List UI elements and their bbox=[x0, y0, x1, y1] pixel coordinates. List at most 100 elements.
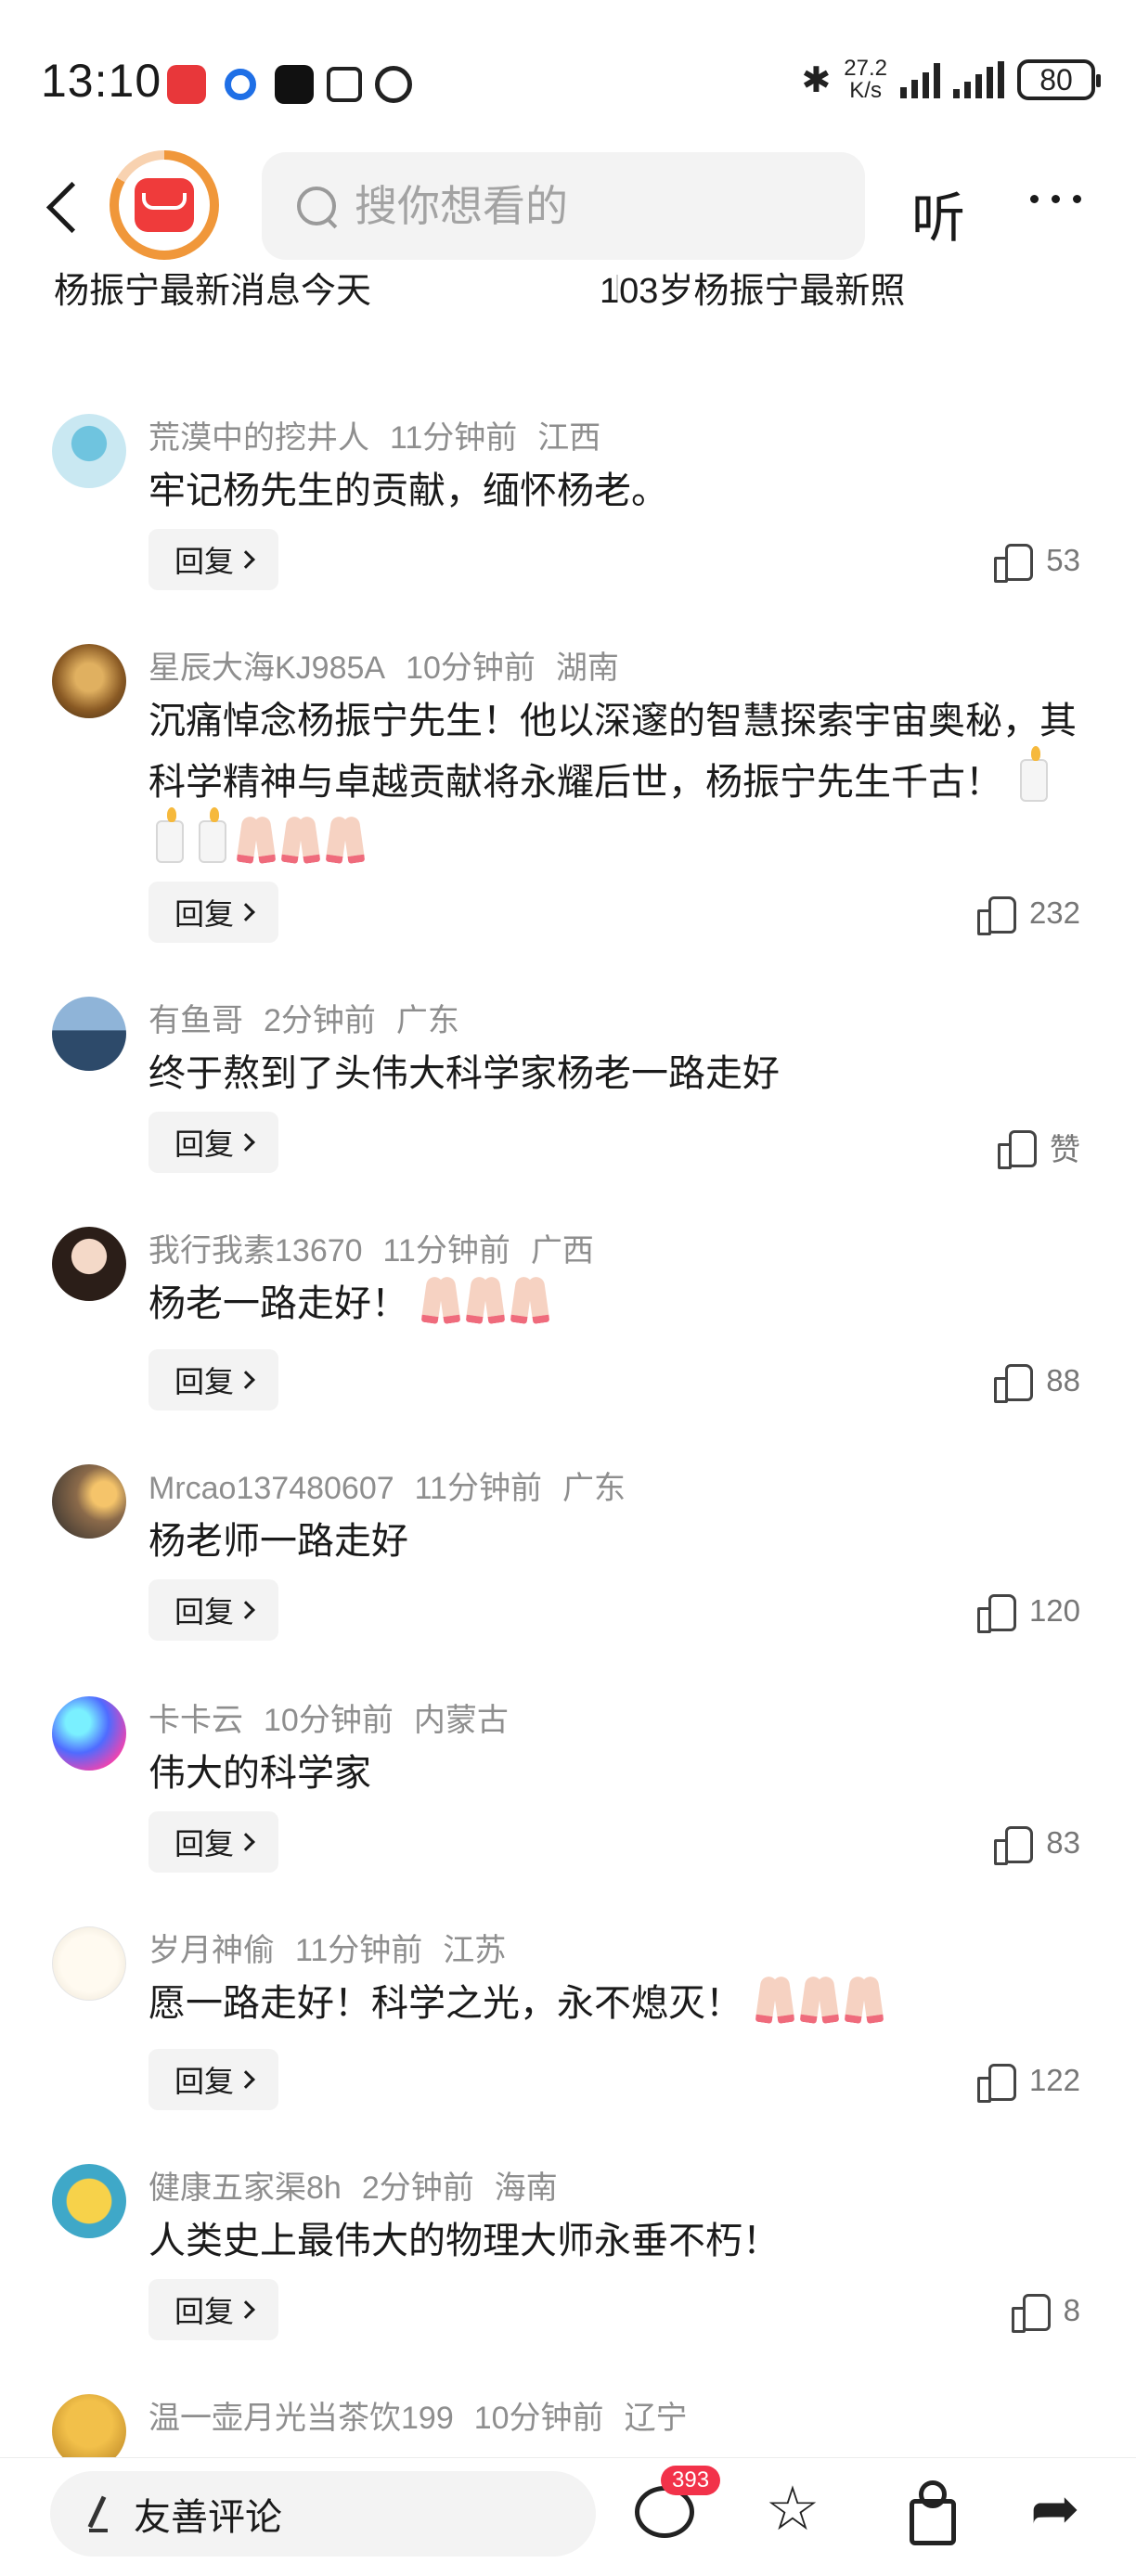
comment-time: 2分钟前 bbox=[264, 1003, 376, 1038]
like-button[interactable]: 53 bbox=[994, 542, 1080, 583]
thumb-up-icon bbox=[994, 1824, 1034, 1865]
related-search-item[interactable]: 103岁杨振宁最新照 bbox=[600, 262, 905, 313]
reply-label: 回复 bbox=[174, 1127, 234, 1161]
comment-username[interactable]: 星辰大海KJ985A bbox=[148, 650, 385, 686]
praying-hands-emoji-icon bbox=[755, 1980, 795, 2023]
reply-button[interactable]: 回复 bbox=[148, 1811, 278, 1873]
comment-text-body: 愿一路走好！科学之光，永不熄灭！ bbox=[148, 1983, 742, 2024]
reply-label: 回复 bbox=[174, 2295, 234, 2328]
thumb-up-icon bbox=[998, 1128, 1037, 1169]
reply-button[interactable]: 回复 bbox=[148, 882, 278, 943]
praying-hands-emoji-icon bbox=[799, 1980, 840, 2023]
avatar[interactable] bbox=[52, 1464, 126, 1539]
candle-emoji-icon bbox=[1020, 746, 1049, 802]
nfc-icon bbox=[327, 67, 362, 102]
like-count: 53 bbox=[1046, 543, 1080, 577]
comment-location: 辽宁 bbox=[624, 2401, 688, 2436]
comment-location: 湖南 bbox=[555, 650, 619, 686]
thumb-up-icon bbox=[994, 1362, 1034, 1403]
avatar[interactable] bbox=[52, 414, 126, 488]
chevron-right-icon bbox=[237, 903, 255, 921]
search-icon bbox=[295, 185, 338, 227]
comment-meta: 荒漠中的挖井人 11分钟前 江西 bbox=[148, 412, 621, 457]
avatar[interactable] bbox=[52, 2164, 126, 2238]
alarm-icon bbox=[375, 66, 412, 103]
comment-time: 11分钟前 bbox=[382, 1233, 510, 1269]
search-box[interactable] bbox=[262, 152, 865, 260]
comment-meta: Mrcao137480607 11分钟前 广东 bbox=[148, 1462, 646, 1508]
avatar[interactable] bbox=[52, 1696, 126, 1771]
candle-emoji-icon bbox=[156, 807, 184, 863]
comment-text: 人类史上最伟大的物理大师永垂不朽！ bbox=[148, 2221, 780, 2261]
like-button[interactable]: 88 bbox=[994, 1362, 1080, 1403]
reply-button[interactable]: 回复 bbox=[148, 529, 278, 590]
comment-username[interactable]: 岁月神偷 bbox=[148, 1933, 275, 1968]
listen-button[interactable]: 听 bbox=[911, 174, 965, 252]
comment-input-placeholder: 友善评论 bbox=[134, 2497, 282, 2538]
status-indicators: ✱ 27.2 K/s 80 bbox=[801, 56, 1101, 102]
comment-time: 11分钟前 bbox=[414, 1471, 542, 1506]
comment-count-badge: 393 bbox=[661, 2466, 721, 2495]
comment-meta: 温一壶月光当茶饮199 10分钟前 辽宁 bbox=[148, 2392, 708, 2438]
comment-text-body: 杨老一路走好！ bbox=[148, 1283, 408, 1324]
comment-input[interactable]: 友善评论 bbox=[50, 2471, 596, 2557]
back-button[interactable] bbox=[41, 176, 87, 241]
praying-hands-emoji-icon bbox=[844, 1980, 884, 2023]
avatar[interactable] bbox=[52, 1926, 126, 2001]
pen-icon bbox=[84, 2495, 111, 2532]
tiktok-icon bbox=[275, 65, 314, 104]
comment-username[interactable]: 荒漠中的挖井人 bbox=[148, 420, 369, 456]
comment-meta: 岁月神偷 11分钟前 江苏 bbox=[148, 1925, 526, 1970]
thumb-up-icon bbox=[976, 2062, 1016, 2103]
like-button[interactable]: 赞 bbox=[998, 1125, 1080, 1169]
share-icon[interactable]: ➦ bbox=[1030, 2479, 1090, 2538]
comment-location: 广东 bbox=[395, 1003, 459, 1038]
comment-meta: 卡卡云 10分钟前 内蒙古 bbox=[148, 1694, 529, 1740]
comment-time: 2分钟前 bbox=[361, 2170, 474, 2206]
reply-button[interactable]: 回复 bbox=[148, 2049, 278, 2110]
comment-meta: 星辰大海KJ985A 10分钟前 湖南 bbox=[148, 642, 639, 688]
related-search-item[interactable]: 杨振宁最新消息今天 bbox=[54, 262, 371, 313]
candle-emoji-icon bbox=[199, 807, 226, 863]
reply-label: 回复 bbox=[174, 1365, 234, 1398]
search-input[interactable] bbox=[355, 181, 837, 231]
avatar[interactable] bbox=[52, 644, 126, 718]
comment-username[interactable]: 卡卡云 bbox=[148, 1703, 243, 1738]
app-logo[interactable] bbox=[110, 150, 219, 260]
comment-text: 终于熬到了头伟大科学家杨老一路走好 bbox=[148, 1053, 780, 1094]
like-button[interactable]: 8 bbox=[1011, 2292, 1080, 2333]
like-button[interactable]: 120 bbox=[976, 1592, 1080, 1633]
reply-button[interactable]: 回复 bbox=[148, 1579, 278, 1641]
comment-meta: 健康五家渠8h 2分钟前 海南 bbox=[148, 2162, 578, 2208]
like-button[interactable]: 122 bbox=[976, 2062, 1080, 2103]
comment-username[interactable]: 温一壶月光当茶饮199 bbox=[148, 2401, 454, 2436]
chevron-right-icon bbox=[237, 1833, 255, 1851]
reply-label: 回复 bbox=[174, 1827, 234, 1861]
like-button[interactable]: 232 bbox=[976, 895, 1080, 935]
comment-location: 江西 bbox=[537, 420, 601, 456]
comment-username[interactable]: 我行我素13670 bbox=[148, 1233, 363, 1269]
thumb-up-icon bbox=[1011, 2292, 1051, 2333]
chevron-right-icon bbox=[237, 2070, 255, 2089]
more-menu-icon[interactable] bbox=[1030, 195, 1081, 203]
like-count: 8 bbox=[1063, 2293, 1080, 2327]
like-count: 赞 bbox=[1050, 1132, 1080, 1166]
comment-text: 牢记杨先生的贡献，缅怀杨老。 bbox=[148, 470, 668, 511]
avatar[interactable] bbox=[52, 1227, 126, 1301]
avatar[interactable] bbox=[52, 997, 126, 1071]
comment-username[interactable]: 健康五家渠8h bbox=[148, 2170, 342, 2206]
chevron-right-icon bbox=[237, 550, 255, 569]
comment-username[interactable]: Mrcao137480607 bbox=[148, 1471, 394, 1506]
network-speed-value: 27.2 bbox=[844, 56, 887, 81]
star-icon[interactable]: ☆ bbox=[763, 2478, 822, 2539]
reply-button[interactable]: 回复 bbox=[148, 2279, 278, 2340]
like-button[interactable]: 83 bbox=[994, 1824, 1080, 1865]
huawei-app-icon bbox=[167, 65, 206, 104]
reply-button[interactable]: 回复 bbox=[148, 1349, 278, 1410]
like-count: 88 bbox=[1046, 1363, 1080, 1397]
comment-location: 广东 bbox=[562, 1471, 626, 1506]
praying-hands-emoji-icon bbox=[465, 1281, 506, 1323]
comment-username[interactable]: 有鱼哥 bbox=[148, 1003, 243, 1038]
gift-icon[interactable] bbox=[898, 2479, 958, 2545]
reply-button[interactable]: 回复 bbox=[148, 1112, 278, 1173]
